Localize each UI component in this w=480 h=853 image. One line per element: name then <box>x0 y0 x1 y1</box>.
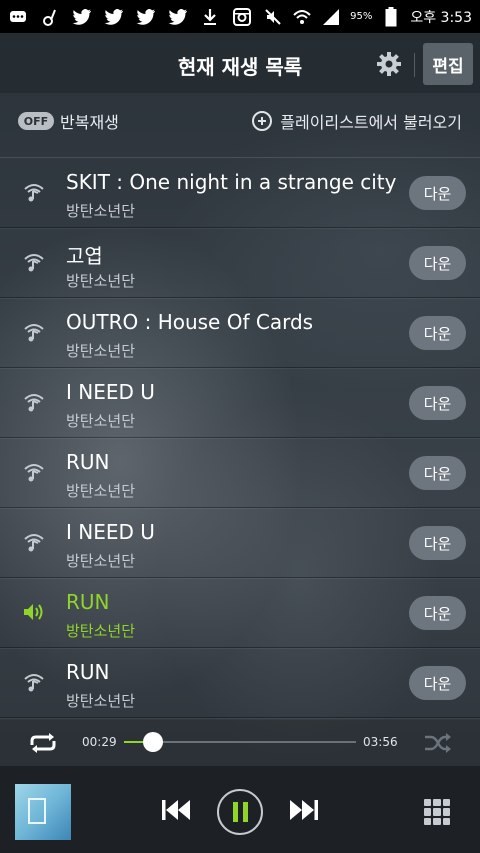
signal-icon <box>321 7 341 27</box>
battery-icon <box>381 6 401 27</box>
track-title: I NEED U <box>66 520 155 544</box>
playlist-options: OFF 반복재생 플레이리스트에서 불러오기 <box>0 93 480 149</box>
track-title: SKIT : One night in a strange city <box>66 170 397 194</box>
track-title: 고엽 <box>66 244 103 268</box>
total-time: 03:56 <box>363 735 398 749</box>
track-artist: 방탄소년단 <box>66 412 136 430</box>
progress-bar-row: 00:29 03:56 <box>0 720 480 766</box>
track-title: RUN <box>66 660 110 684</box>
clock: 오후 3:53 <box>410 9 472 26</box>
seek-knob[interactable] <box>142 732 163 752</box>
stream-music-icon <box>22 530 46 554</box>
track-artist: 방탄소년단 <box>66 482 136 500</box>
wifi-icon <box>292 7 312 27</box>
download-button[interactable]: 다운 <box>409 526 466 560</box>
track-artist: 방탄소년단 <box>66 202 136 220</box>
playlist-row[interactable]: OUTRO : House Of Cards 방탄소년단 다운 <box>0 298 480 368</box>
app-header: 현재 재생 목록 편집 <box>0 33 480 93</box>
track-artist: 방탄소년단 <box>66 552 136 570</box>
pause-button[interactable] <box>217 789 263 835</box>
album-art-logo <box>28 798 46 824</box>
download-button[interactable]: 다운 <box>409 666 466 700</box>
stream-music-icon <box>22 670 46 694</box>
track-title: RUN <box>66 590 110 614</box>
header-divider <box>414 53 415 77</box>
mute-icon <box>263 7 283 27</box>
stream-music-icon <box>22 320 46 344</box>
download-button[interactable]: 다운 <box>409 456 466 490</box>
speaker-playing-icon <box>22 600 46 624</box>
load-playlist-label: 플레이리스트에서 불러오기 <box>280 113 462 132</box>
repeat-toggle[interactable]: OFF <box>18 112 54 130</box>
music-note-icon <box>40 7 60 27</box>
playlist: SKIT : One night in a strange city 방탄소년단 다… <box>0 157 480 720</box>
repeat-label: 반복재생 <box>60 113 119 132</box>
pause-icon <box>232 802 238 822</box>
playlist-row[interactable]: 고엽방탄소년단 다운 <box>0 228 480 298</box>
download-button[interactable]: 다운 <box>409 596 466 630</box>
instagram-icon <box>232 7 252 27</box>
track-artist: 방탄소년단 <box>66 622 136 640</box>
track-artist: 방탄소년단 <box>66 272 136 290</box>
track-title: I NEED U <box>66 380 155 404</box>
twitter-icon <box>72 7 92 27</box>
battery-percent: 95% <box>350 11 373 22</box>
stream-music-icon <box>22 250 46 274</box>
chat-icon <box>8 7 28 27</box>
album-art[interactable] <box>15 784 71 840</box>
track-artist: 방탄소년단 <box>66 342 136 360</box>
shuffle-icon[interactable] <box>424 732 452 754</box>
twitter-icon <box>168 7 188 27</box>
playlist-row[interactable]: SKIT : One night in a strange city 방탄소년단 다… <box>0 158 480 228</box>
track-artist: 방탄소년단 <box>66 692 136 710</box>
track-title: RUN <box>66 450 110 474</box>
seek-bar[interactable] <box>124 732 356 752</box>
pause-icon <box>242 802 248 822</box>
skip-back-icon <box>162 800 190 820</box>
download-icon <box>200 7 220 27</box>
stream-music-icon <box>22 460 46 484</box>
page-title: 현재 재생 목록 <box>177 55 303 79</box>
gear-icon[interactable] <box>376 51 402 77</box>
skip-forward-icon <box>290 800 318 820</box>
next-button[interactable] <box>288 799 320 821</box>
download-button[interactable]: 다운 <box>409 176 466 210</box>
current-time: 00:29 <box>82 735 117 749</box>
playlist-row[interactable]: RUN 방탄소년단 다운 <box>0 578 480 648</box>
previous-button[interactable] <box>160 799 192 821</box>
twitter-icon <box>104 7 124 27</box>
load-playlist-button[interactable]: 플레이리스트에서 불러오기 <box>252 109 462 133</box>
twitter-icon <box>136 7 156 27</box>
stream-music-icon <box>22 390 46 414</box>
download-button[interactable]: 다운 <box>409 386 466 420</box>
grid-menu-icon[interactable] <box>424 799 450 825</box>
player-controls <box>0 766 480 853</box>
status-bar: 95% 오후 3:53 <box>0 0 480 33</box>
playlist-row[interactable]: RUN 방탄소년단 다운 <box>0 438 480 508</box>
stream-music-icon <box>22 180 46 204</box>
download-button[interactable]: 다운 <box>409 316 466 350</box>
playlist-row[interactable]: I NEED U 방탄소년단 다운 <box>0 508 480 578</box>
edit-button[interactable]: 편집 <box>423 43 473 85</box>
track-title: OUTRO : House Of Cards <box>66 310 314 334</box>
repeat-icon[interactable] <box>26 732 60 754</box>
download-button[interactable]: 다운 <box>409 246 466 280</box>
playlist-row[interactable]: I NEED U 방탄소년단 다운 <box>0 368 480 438</box>
playlist-row[interactable]: RUN 방탄소년단 다운 <box>0 648 480 718</box>
plus-circle-icon <box>252 111 273 131</box>
